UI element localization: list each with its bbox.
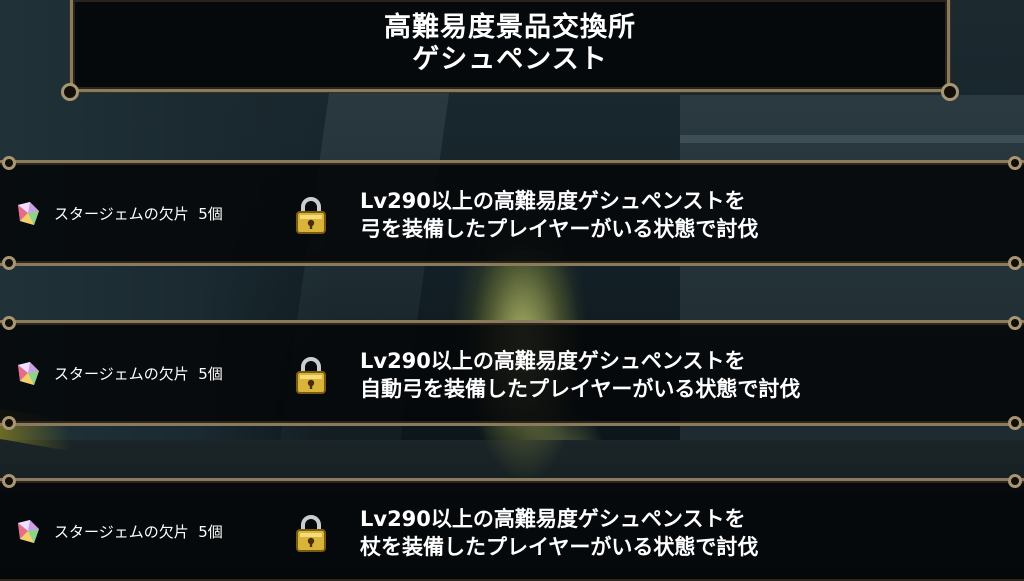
reward-item-name: スタージェムの欠片 [54, 523, 189, 541]
unlock-condition-line1: Lv290以上の高難易度ゲシュペンストを [360, 189, 746, 213]
frame-corner-ornament [1002, 411, 1024, 435]
star-gem-shard-icon [18, 362, 39, 385]
frame-corner-ornament [0, 469, 22, 493]
frame-corner-ornament [0, 151, 22, 175]
reward-item-label: スタージェムの欠片 5個 [54, 363, 223, 385]
reward-item-label: スタージェムの欠片 5個 [54, 203, 223, 225]
reward-row[interactable]: スタージェムの欠片 5個 Lv290以上の高難易度ゲシュペンストを 自動弓を装備… [0, 316, 1024, 430]
unlock-condition-line2: 杖を装備したプレイヤーがいる状態で討伐 [360, 535, 759, 559]
building-ledge [680, 135, 1024, 143]
unlock-condition-line1: Lv290以上の高難易度ゲシュペンストを [360, 349, 746, 373]
title-panel: 高難易度景品交換所 ゲシュペンスト [61, 0, 959, 101]
unlock-condition: Lv290以上の高難易度ゲシュペンストを 杖を装備したプレイヤーがいる状態で討伐 [360, 505, 758, 561]
unlock-condition-line2: 弓を装備したプレイヤーがいる状態で討伐 [360, 217, 759, 241]
padlock-icon [296, 197, 326, 234]
unlock-condition-line1: Lv290以上の高難易度ゲシュペンストを [360, 507, 746, 531]
reward-row[interactable]: スタージェムの欠片 5個 Lv290以上の高難易度ゲシュペンストを 杖を装備した… [0, 474, 1024, 581]
unlock-condition: Lv290以上の高難易度ゲシュペンストを 自動弓を装備したプレイヤーがいる状態で… [360, 347, 800, 403]
reward-quantity: 5個 [198, 523, 223, 541]
reward-item-name: スタージェムの欠片 [54, 205, 189, 223]
frame-corner-ornament [1002, 469, 1024, 493]
frame-corner-ornament [1002, 151, 1024, 175]
unlock-condition: Lv290以上の高難易度ゲシュペンストを 弓を装備したプレイヤーがいる状態で討伐 [360, 187, 758, 243]
page-title: 高難易度景品交換所 [384, 12, 636, 43]
reward-item-label: スタージェムの欠片 5個 [54, 521, 223, 543]
unlock-condition-line2: 自動弓を装備したプレイヤーがいる状態で討伐 [360, 377, 801, 401]
frame-corner-ornament [0, 251, 22, 275]
padlock-icon [296, 515, 326, 552]
reward-row[interactable]: スタージェムの欠片 5個 Lv290以上の高難易度ゲシュペンストを 弓を装備した… [0, 156, 1024, 270]
frame-corner-ornament [1002, 251, 1024, 275]
star-gem-shard-icon [18, 520, 39, 543]
frame-corner-ornament [0, 411, 22, 435]
star-gem-shard-icon [18, 202, 39, 225]
reward-item-name: スタージェムの欠片 [54, 365, 189, 383]
reward-quantity: 5個 [198, 365, 223, 383]
reward-quantity: 5個 [198, 205, 223, 223]
frame-corner-ornament [0, 311, 22, 335]
page-subtitle: ゲシュペンスト [412, 44, 608, 75]
padlock-icon [296, 357, 326, 394]
frame-corner-ornament [1002, 311, 1024, 335]
